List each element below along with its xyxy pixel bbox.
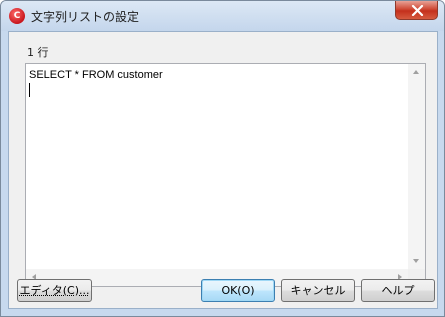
window-title: 文字列リストの設定 bbox=[31, 10, 140, 24]
cancel-button[interactable]: キャンセル bbox=[281, 279, 355, 302]
string-list-editor[interactable]: SELECT * FROM customer bbox=[25, 63, 426, 287]
dialog-body: 1 行 SELECT * FROM customer エディタ(C)... OK… bbox=[8, 31, 438, 309]
scroll-up-icon[interactable] bbox=[413, 70, 419, 74]
editor-button-label: エディタ(C)... bbox=[19, 284, 90, 297]
editor-text[interactable]: SELECT * FROM customer bbox=[29, 69, 163, 81]
app-icon: C bbox=[9, 8, 25, 24]
line-count-label: 1 行 bbox=[27, 46, 49, 59]
ok-button[interactable]: OK(O) bbox=[201, 279, 275, 302]
help-button[interactable]: ヘルプ bbox=[361, 279, 435, 302]
close-button[interactable] bbox=[395, 1, 438, 20]
scroll-down-icon[interactable] bbox=[413, 259, 419, 263]
editor-button[interactable]: エディタ(C)... bbox=[17, 279, 92, 302]
close-icon bbox=[411, 5, 424, 16]
text-caret bbox=[29, 83, 30, 97]
title-bar[interactable]: C 文字列リストの設定 bbox=[1, 1, 444, 31]
dialog-window: C 文字列リストの設定 1 行 SELECT * FROM customer エ… bbox=[0, 0, 445, 317]
vertical-scrollbar[interactable] bbox=[408, 64, 425, 269]
